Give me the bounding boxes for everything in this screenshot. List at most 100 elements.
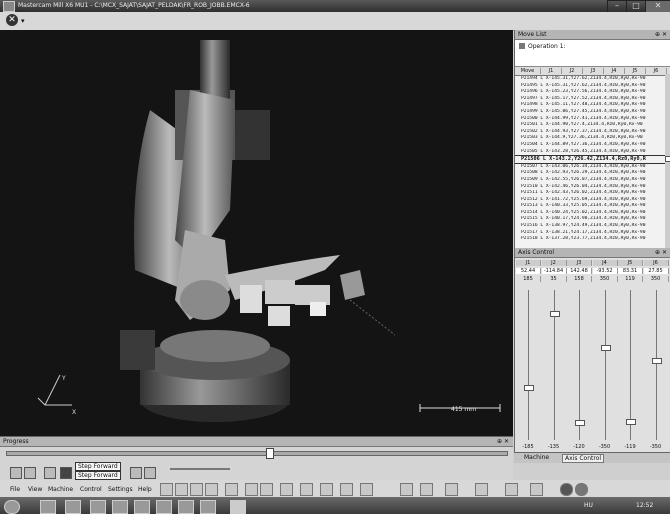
move-list-row[interactable]: P21510 L X-142.46,Y26.04,Z134.4,Rz0,Ry0,…: [515, 184, 670, 191]
taskbar-explorer-icon[interactable]: [65, 500, 81, 514]
language-indicator[interactable]: HU: [584, 502, 593, 509]
view-cube-icon-2[interactable]: [175, 483, 188, 496]
move-list-row[interactable]: P21494 L X-145.31,Y27.62,Z134.4,Rz0,Ry0,…: [515, 76, 670, 83]
move-list-row[interactable]: P21497 L X-145.17,Y27.52,Z134.4,Rz0,Ry0,…: [515, 96, 670, 103]
start-button-icon[interactable]: [4, 500, 20, 514]
joint-slider-thumb[interactable]: [575, 420, 585, 427]
move-list-row[interactable]: P21500 L X-144.99,Y27.41,Z134.4,Rz0,Ry0,…: [515, 116, 670, 123]
dropdown-icon[interactable]: ▾: [21, 17, 25, 25]
status-icon-1[interactable]: [560, 483, 573, 496]
move-list-row[interactable]: P21499 L X-145.06,Y27.45,Z134.4,Rz0,Ry0,…: [515, 109, 670, 116]
joint-slider-thumb[interactable]: [600, 344, 611, 351]
move-list-row[interactable]: P21503 L X-144.9,Y27.36,Z134.4,Rz0,Ry0,R…: [515, 135, 670, 142]
rewind-icon[interactable]: [10, 467, 22, 479]
view-cube-icon-10[interactable]: [320, 483, 333, 496]
move-list-row[interactable]: P21498 L X-145.11,Y27.48,Z134.4,Rz0,Ry0,…: [515, 102, 670, 109]
settings-gear-icon[interactable]: [144, 467, 156, 479]
move-list-row[interactable]: P21514 L X-140.24,Y25.02,Z134.4,Rz0,Ry0,…: [515, 210, 670, 217]
taskbar-word-icon[interactable]: [156, 500, 172, 514]
move-list-row[interactable]: P21512 L X-141.72,Y25.69,Z134.4,Rz0,Ry0,…: [515, 197, 670, 204]
view-cube-icon-4[interactable]: [205, 483, 218, 496]
joint-slider-track[interactable]: [528, 290, 529, 440]
menu-settings[interactable]: Settings: [108, 486, 133, 493]
loop-icon[interactable]: [130, 467, 142, 479]
menu-file[interactable]: File: [10, 486, 20, 493]
options-icon[interactable]: [475, 483, 488, 496]
joint-slider-thumb[interactable]: [651, 358, 662, 365]
menu-control[interactable]: Control: [80, 486, 102, 493]
move-list-scrollbar[interactable]: [665, 74, 670, 248]
move-list-row[interactable]: P21507 L X-143.06,Y26.34,Z134.4,Rz0,Ry0,…: [515, 164, 670, 171]
tab-machine[interactable]: Machine: [524, 454, 549, 461]
machine-icon[interactable]: [505, 483, 518, 496]
move-list-row[interactable]: P21511 L X-142.43,Y26.02,Z134.4,Rz0,Ry0,…: [515, 190, 670, 197]
taskbar-mastercam-icon[interactable]: [230, 500, 246, 514]
settings-icon[interactable]: [530, 483, 543, 496]
display-icon[interactable]: [445, 483, 458, 496]
view-cube-icon-3[interactable]: [190, 483, 203, 496]
progress-slider-thumb[interactable]: [266, 448, 274, 459]
move-list-row[interactable]: P21508 L X-142.93,Y26.29,Z134.4,Rz0,Ry0,…: [515, 170, 670, 177]
status-icon-2[interactable]: [575, 483, 588, 496]
move-list-row[interactable]: P21515 L X-140.17,Y24.98,Z134.4,Rz0,Ry0,…: [515, 216, 670, 223]
view-cube-icon-8[interactable]: [280, 483, 293, 496]
move-list-row[interactable]: P21502 L X-144.93,Y27.37,Z134.4,Rz0,Ry0,…: [515, 129, 670, 136]
simulation-viewport[interactable]: Y X 415 mm: [0, 30, 513, 436]
view-cube-icon-12[interactable]: [360, 483, 373, 496]
joint-slider-thumb[interactable]: [524, 384, 534, 391]
move-list-row[interactable]: P21496 L X-145.23,Y27.56,Z134.4,Rz0,Ry0,…: [515, 89, 670, 96]
move-list-row[interactable]: P21501 L X-144.90,Y27.4,Z134.4,Rz0,Ry0,R…: [515, 122, 670, 129]
close-simulation-icon[interactable]: ✕: [6, 14, 18, 26]
move-list-row[interactable]: P21495 L X-145.31,Y27.62,Z134.4,Rz0,Ry0,…: [515, 83, 670, 90]
tab-axis-control[interactable]: Axis Control: [562, 454, 605, 463]
col-j6[interactable]: J6: [646, 68, 667, 74]
progress-slider-track[interactable]: [6, 451, 508, 456]
move-list-row[interactable]: P21506 L X-143.2,Y26.42,Z134.4,Rz0,Ry0,R: [515, 155, 670, 164]
view-cube-icon-9[interactable]: [300, 483, 313, 496]
move-list-row[interactable]: P21517 L X-138.21,Y24.17,Z134.4,Rz0,Ry0,…: [515, 230, 670, 237]
panel-pin-icon[interactable]: ⊕ ✕: [655, 30, 667, 39]
menu-machine[interactable]: Machine: [48, 486, 73, 493]
clock[interactable]: 12:52: [636, 502, 653, 509]
taskbar-excel-icon[interactable]: [178, 500, 194, 514]
taskbar-media-icon[interactable]: [90, 500, 106, 514]
col-j2[interactable]: J2: [562, 68, 583, 74]
move-list-row[interactable]: P21516 L X-138.97,Y24.49,Z134.4,Rz0,Ry0,…: [515, 223, 670, 230]
move-list-row[interactable]: P21505 L X-143.28,Y26.45,Z134.4,Rz0,Ry0,…: [515, 149, 670, 156]
col-j5[interactable]: J5: [625, 68, 646, 74]
joint-slider-track[interactable]: [579, 290, 580, 440]
panel-pin-icon-2[interactable]: ⊕ ✕: [655, 248, 667, 257]
pause-icon[interactable]: [44, 467, 56, 479]
view-cube-icon-1[interactable]: [160, 483, 173, 496]
joint-slider-track[interactable]: [604, 290, 606, 440]
tool-icon[interactable]: [400, 483, 413, 496]
view-cube-icon-6[interactable]: [245, 483, 258, 496]
view-cube-icon-11[interactable]: [340, 483, 353, 496]
menu-view[interactable]: View: [28, 486, 42, 493]
joint-slider-track[interactable]: [655, 290, 657, 440]
taskbar-ie-icon[interactable]: [40, 500, 56, 514]
panel-pin-icon-3[interactable]: ⊕ ✕: [497, 437, 509, 446]
operation-label[interactable]: Operation 1:: [528, 43, 566, 50]
joint-slider-track[interactable]: [630, 290, 631, 440]
move-list-row[interactable]: P21509 L X-142.55,Y26.07,Z134.4,Rz0,Ry0,…: [515, 177, 670, 184]
joint-slider-thumb[interactable]: [549, 310, 560, 317]
move-list-row[interactable]: P21513 L X-140.33,Y25.05,Z134.4,Rz0,Ry0,…: [515, 203, 670, 210]
collision-icon[interactable]: [420, 483, 433, 496]
col-move[interactable]: Move: [515, 68, 541, 74]
taskbar-app-icon-2[interactable]: [134, 500, 150, 514]
col-j1[interactable]: J1: [541, 68, 562, 74]
speed-slider[interactable]: [170, 468, 230, 470]
menu-help[interactable]: Help: [138, 486, 152, 493]
move-list-row[interactable]: P21504 L X-144.89,Y27.36,Z134.4,Rz0,Ry0,…: [515, 142, 670, 149]
step-back-icon[interactable]: [24, 467, 36, 479]
move-list-row[interactable]: P21518 L X-137.28,Y23.77,Z134.4,Rz0,Ry0,…: [515, 236, 670, 243]
col-j4[interactable]: J4: [604, 68, 625, 74]
step-forward-icon[interactable]: [60, 467, 72, 479]
view-cube-icon-5[interactable]: [225, 483, 238, 496]
col-j3[interactable]: J3: [583, 68, 604, 74]
scrollbar-thumb[interactable]: [665, 156, 670, 162]
taskbar-app-icon-1[interactable]: [112, 500, 128, 514]
joint-slider-thumb[interactable]: [626, 418, 636, 425]
view-cube-icon-7[interactable]: [260, 483, 273, 496]
